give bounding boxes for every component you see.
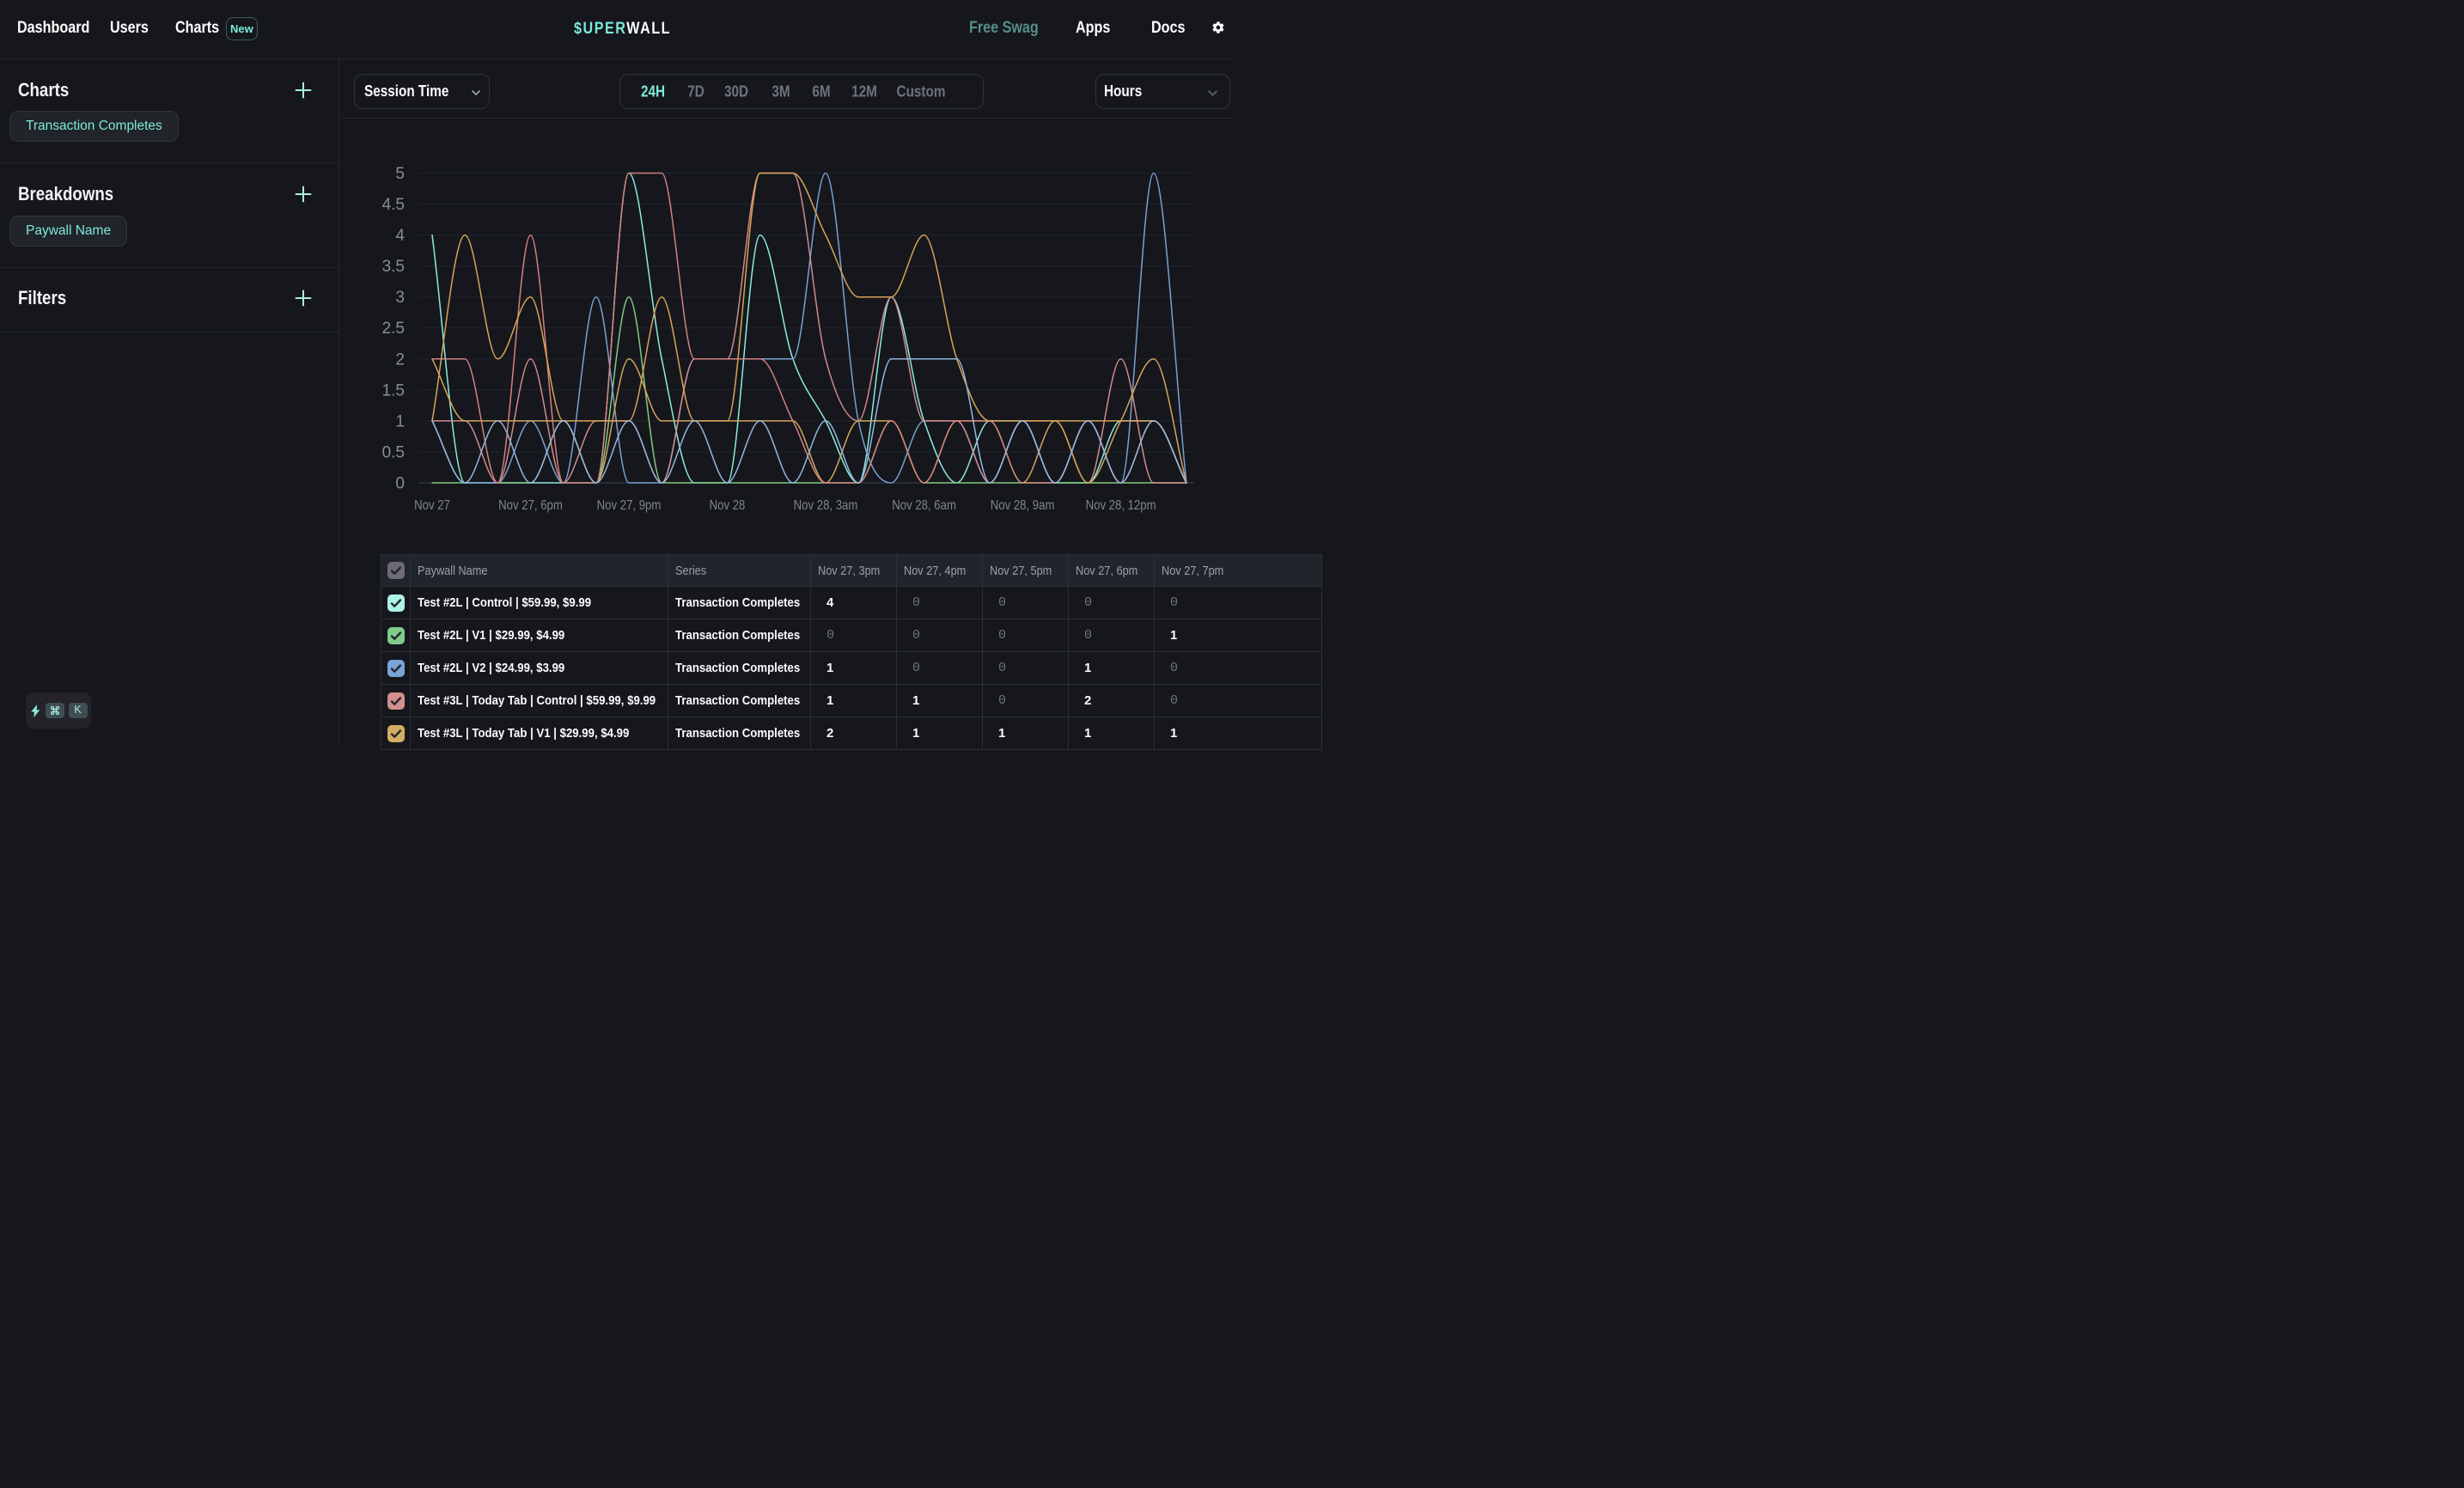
svg-text:Nov 27: Nov 27 bbox=[414, 498, 450, 513]
svg-text:0.5: 0.5 bbox=[382, 444, 405, 462]
svg-text:Nov 28, 12pm: Nov 28, 12pm bbox=[1086, 498, 1156, 513]
svg-text:3: 3 bbox=[395, 289, 405, 307]
svg-text:Nov 28, 6am: Nov 28, 6am bbox=[892, 498, 956, 513]
svg-text:2: 2 bbox=[395, 351, 405, 369]
svg-text:4: 4 bbox=[395, 227, 405, 245]
svg-text:5: 5 bbox=[395, 165, 405, 183]
svg-text:1: 1 bbox=[395, 412, 405, 430]
svg-text:0: 0 bbox=[395, 475, 405, 493]
svg-text:3.5: 3.5 bbox=[382, 258, 405, 276]
svg-text:4.5: 4.5 bbox=[382, 196, 405, 214]
svg-text:Nov 27, 9pm: Nov 27, 9pm bbox=[597, 498, 662, 513]
svg-text:Nov 28, 3am: Nov 28, 3am bbox=[794, 498, 858, 513]
svg-text:Nov 28: Nov 28 bbox=[710, 498, 746, 513]
svg-text:1.5: 1.5 bbox=[382, 381, 405, 399]
svg-text:Nov 28, 9am: Nov 28, 9am bbox=[991, 498, 1055, 513]
svg-text:2.5: 2.5 bbox=[382, 320, 405, 338]
svg-text:Nov 27, 6pm: Nov 27, 6pm bbox=[498, 498, 563, 513]
